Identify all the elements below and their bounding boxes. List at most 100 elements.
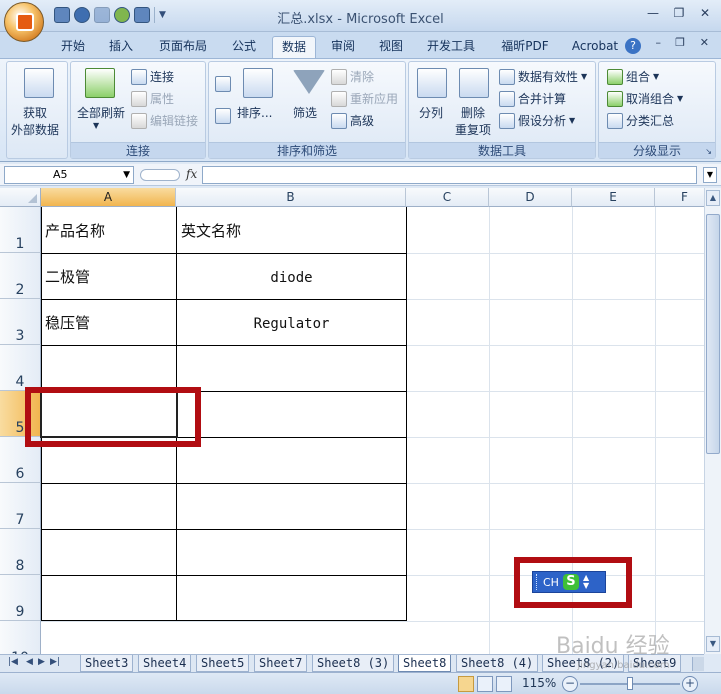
sort-az-icon[interactable] [215, 76, 231, 92]
cell-b3[interactable]: Regulator [177, 314, 406, 334]
ime-grip-icon[interactable] [536, 574, 539, 590]
get-external-label1[interactable]: 获取 [23, 104, 47, 121]
filter-button[interactable]: 筛选 [293, 104, 317, 121]
row-header-4[interactable]: 4 [0, 345, 41, 391]
sheet-tab-sheet7[interactable]: Sheet7 [254, 655, 308, 672]
data-validation-button[interactable]: 数据有效性 ▼ [499, 68, 587, 85]
sheet-tab-sheet4[interactable]: Sheet4 [138, 655, 192, 672]
name-box-dropdown-icon[interactable]: ▼ [123, 167, 130, 183]
restore-icon[interactable]: ❐ [667, 3, 691, 23]
page-break-view-icon[interactable] [496, 676, 512, 692]
row-header-1[interactable]: 1 [0, 207, 41, 253]
clear-button[interactable]: 清除 [331, 68, 374, 85]
cell-b1[interactable]: 英文名称 [181, 221, 241, 241]
ribbon-close-icon[interactable]: ✕ [700, 36, 709, 49]
ime-toolbar[interactable]: CH S ▲ ▼ [532, 571, 606, 593]
tab-insert[interactable]: 插入 [100, 36, 142, 58]
tab-review[interactable]: 审阅 [322, 36, 364, 58]
close-icon[interactable]: ✕ [693, 3, 717, 23]
minimize-icon[interactable]: — [641, 3, 665, 23]
row-header-10[interactable]: 10 [0, 621, 41, 654]
vertical-scrollbar[interactable]: ▲ ▼ [704, 188, 721, 654]
prev-sheet-icon[interactable]: ◀ [26, 657, 33, 667]
text-to-columns-button[interactable]: 分列 [419, 104, 443, 121]
remove-duplicates-icon[interactable] [459, 68, 489, 98]
cell-a3[interactable]: 稳压管 [45, 313, 90, 333]
refresh-dropdown-icon[interactable]: ▼ [93, 121, 99, 130]
sheet-tab-sheet8-4[interactable]: Sheet8 (4) [456, 655, 539, 672]
next-sheet-icon[interactable]: ▶ [38, 657, 45, 667]
remove-duplicates-label1[interactable]: 删除 [461, 104, 485, 121]
column-header-d[interactable]: D [489, 188, 572, 207]
row-header-7[interactable]: 7 [0, 483, 41, 529]
sort-icon[interactable] [243, 68, 273, 98]
sheet-tab-sheet8[interactable]: Sheet8 [398, 655, 452, 672]
row-header-9[interactable]: 9 [0, 575, 41, 621]
tab-foxit-pdf[interactable]: 福昕PDF [490, 36, 560, 58]
fx-icon[interactable]: fx [186, 167, 197, 181]
first-sheet-icon[interactable]: |◀ [8, 657, 18, 667]
properties-button[interactable]: 属性 [131, 90, 174, 107]
tab-data[interactable]: 数据 [272, 36, 316, 58]
last-sheet-icon[interactable]: ▶| [50, 657, 60, 667]
edit-links-button[interactable]: 编辑链接 [131, 112, 198, 129]
sheet-tab-sheet5[interactable]: Sheet5 [196, 655, 250, 672]
consolidate-button[interactable]: 合并计算 [499, 90, 566, 107]
column-header-e[interactable]: E [572, 188, 655, 207]
column-header-c[interactable]: C [406, 188, 489, 207]
tab-page-layout[interactable]: 页面布局 [150, 36, 216, 58]
connections-button[interactable]: 连接 [131, 68, 174, 85]
row-header-2[interactable]: 2 [0, 253, 41, 299]
column-header-a[interactable]: A [41, 188, 176, 207]
tab-home[interactable]: 开始 [52, 36, 94, 58]
ribbon-minimize-icon[interactable]: – [656, 36, 662, 49]
tab-split-handle[interactable] [692, 657, 704, 671]
page-layout-view-icon[interactable] [477, 676, 493, 692]
tab-view[interactable]: 视图 [370, 36, 412, 58]
sogou-logo-icon[interactable]: S [562, 574, 579, 590]
row-header-8[interactable]: 8 [0, 529, 41, 575]
formula-resize-handle[interactable] [140, 169, 180, 181]
office-button[interactable] [4, 2, 44, 42]
tab-developer[interactable]: 开发工具 [418, 36, 484, 58]
sort-button[interactable]: 排序... [237, 104, 272, 121]
subtotal-button[interactable]: 分类汇总 [607, 112, 674, 129]
refresh-all-icon[interactable] [85, 68, 115, 98]
scrollbar-thumb[interactable] [706, 214, 720, 454]
ribbon-restore-icon[interactable]: ❐ [675, 36, 685, 49]
what-if-button[interactable]: 假设分析 ▼ [499, 112, 575, 129]
outline-launcher-icon[interactable]: ↘ [705, 147, 712, 156]
tab-acrobat[interactable]: Acrobat [564, 36, 626, 58]
cell-a2[interactable]: 二极管 [45, 267, 90, 287]
get-external-label2[interactable]: 外部数据 [11, 121, 59, 138]
reapply-button[interactable]: 重新应用 [331, 90, 398, 107]
row-header-3[interactable]: 3 [0, 299, 41, 345]
zoom-slider-thumb[interactable] [627, 677, 633, 690]
formula-expand-icon[interactable]: ▼ [703, 167, 717, 183]
column-header-b[interactable]: B [176, 188, 406, 207]
ime-scroll-arrows-icon[interactable]: ▲ ▼ [583, 574, 589, 590]
name-box[interactable]: A5 ▼ [4, 166, 134, 184]
group-button[interactable]: 组合 ▼ [607, 68, 659, 85]
zoom-out-icon[interactable]: − [562, 676, 578, 692]
scroll-up-icon[interactable]: ▲ [706, 190, 720, 206]
refresh-all-label[interactable]: 全部刷新 [77, 104, 125, 121]
ime-mode[interactable]: CH [543, 576, 559, 589]
text-to-columns-icon[interactable] [417, 68, 447, 98]
tab-formulas[interactable]: 公式 [222, 36, 266, 58]
ungroup-button[interactable]: 取消组合 ▼ [607, 90, 683, 107]
select-all-corner[interactable] [0, 188, 41, 207]
zoom-level[interactable]: 115% [522, 676, 556, 690]
sheet-tab-sheet3[interactable]: Sheet3 [80, 655, 134, 672]
cell-b2[interactable]: diode [177, 268, 406, 288]
get-external-data-icon[interactable] [24, 68, 54, 98]
cell-a1[interactable]: 产品名称 [45, 221, 105, 241]
help-icon[interactable]: ? [625, 38, 641, 54]
column-header-f[interactable]: F [655, 188, 704, 207]
remove-duplicates-label2[interactable]: 重复项 [455, 121, 491, 138]
sort-za-icon[interactable] [215, 108, 231, 124]
scroll-down-icon[interactable]: ▼ [706, 636, 720, 652]
advanced-button[interactable]: 高级 [331, 112, 374, 129]
zoom-in-icon[interactable]: + [682, 676, 698, 692]
sheet-tab-sheet8-3[interactable]: Sheet8 (3) [312, 655, 395, 672]
